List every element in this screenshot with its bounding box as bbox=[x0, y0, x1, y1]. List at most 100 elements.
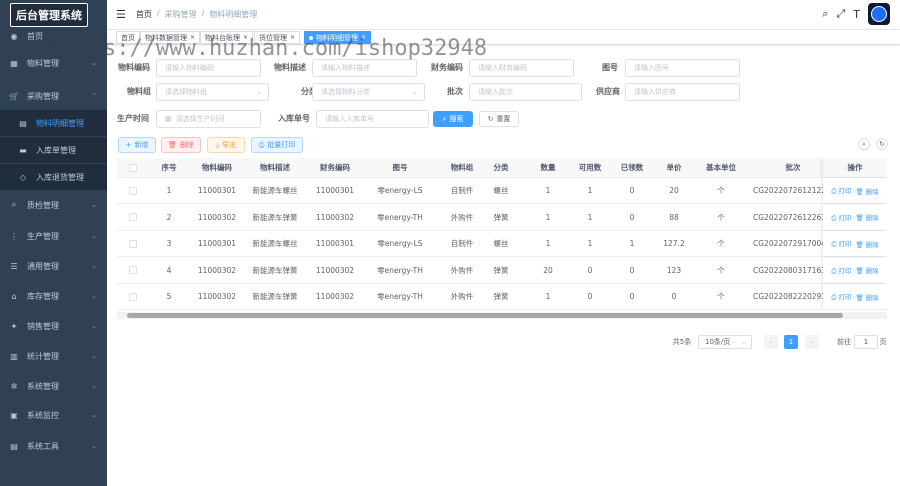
column-header: 物料组 bbox=[450, 163, 474, 172]
delete-button[interactable]: 🗑 删除 bbox=[161, 137, 201, 153]
row-checkbox[interactable] bbox=[129, 186, 137, 195]
column-header: 可用数 bbox=[578, 163, 602, 172]
table-row[interactable]: 2 11000302 新能源车弹簧 11000302 零energy-TH 外购件 弹簧 1 1… bbox=[117, 204, 887, 231]
tab-label: 物料明细管理 bbox=[316, 33, 358, 42]
refresh-icon[interactable]: ↻ bbox=[876, 138, 888, 150]
close-icon[interactable]: × bbox=[243, 34, 248, 41]
table-cell: 外购件 bbox=[450, 212, 474, 222]
table-cell: CG202208031716367 bbox=[753, 265, 833, 275]
filter-input-wlbm[interactable]: 请输入物料编码 bbox=[156, 59, 261, 77]
search-toggle-icon[interactable]: ⌕ bbox=[858, 138, 870, 150]
table-cell: 1 bbox=[166, 186, 172, 195]
row-checkbox[interactable] bbox=[129, 239, 137, 248]
sidebar-item-4[interactable]: ▬ 入库单管理 bbox=[0, 137, 107, 163]
sidebar-item-label: 销售管理 bbox=[27, 321, 59, 331]
goto-page-input[interactable]: 1 bbox=[854, 335, 878, 349]
sidebar-item-3[interactable]: ▤ 物料明细管理 bbox=[0, 110, 107, 136]
sidebar-item-6[interactable]: ⌕ 质检管理 ⌄ bbox=[0, 192, 107, 218]
table-cell: 0 bbox=[587, 265, 593, 275]
reset-button[interactable]: ↻ 重置 bbox=[479, 111, 519, 127]
table-cell: CG202207291700413 bbox=[753, 239, 833, 248]
table-row[interactable]: 3 11000301 新能源车螺丝 11000301 零energy-LS 自制件 螺丝 1 1… bbox=[117, 231, 887, 257]
batch-print-button[interactable]: ⎙ 批量打印 bbox=[251, 137, 303, 153]
filter-input-pc[interactable]: 请输入批次 bbox=[469, 83, 582, 101]
chevron-icon: ⌃ bbox=[91, 92, 97, 100]
column-header: 已领数 bbox=[620, 163, 644, 172]
font-size-icon[interactable]: T bbox=[853, 8, 860, 21]
close-icon[interactable]: × bbox=[190, 34, 195, 41]
sidebar-item-12[interactable]: ✲ 系统管理 ⌄ bbox=[0, 373, 107, 399]
trash-icon: 🗑 bbox=[168, 141, 177, 149]
column-header: 批次 bbox=[785, 163, 801, 172]
row-checkbox-cell bbox=[123, 258, 143, 283]
top-navbar: ☰ 首页 / 采购管理 / 物料明细管理 ⌕ ⤢ T bbox=[107, 0, 900, 30]
table-cell: 1 bbox=[545, 212, 551, 222]
page-number-active[interactable]: 1 bbox=[784, 335, 798, 349]
print-link[interactable]: ⎙ 打印 bbox=[831, 291, 851, 302]
sidebar-item-5[interactable]: ◇ 入库退货管理 bbox=[0, 164, 107, 190]
close-icon[interactable]: × bbox=[361, 34, 366, 41]
table-row[interactable]: 1 11000301 新能源车螺丝 11000301 零energy-LS 自制件 螺丝 1 1… bbox=[117, 178, 887, 204]
sidebar-item-7[interactable]: ⋮ 生产管理 ⌄ bbox=[0, 223, 107, 249]
table-row[interactable]: 4 11000302 新能源车弹簧 11000302 零energy-TH 外购件 弹簧 20… bbox=[117, 257, 887, 284]
print-link[interactable]: ⎙ 打印 bbox=[831, 265, 851, 276]
sidebar-item-label: 首页 bbox=[27, 31, 43, 41]
delete-link[interactable]: 🗑 删除 bbox=[855, 212, 878, 222]
filter-input-rkdh[interactable]: 请输入入库单号 bbox=[316, 110, 429, 128]
tab-0[interactable]: 首页 bbox=[116, 31, 140, 44]
table-row[interactable]: 5 11000302 新能源车弹簧 11000302 零energy-TH 外购件 弹簧 1 0… bbox=[117, 284, 887, 309]
tab-4[interactable]: 物料明细管理 × bbox=[304, 31, 372, 44]
filter-placeholder: 请输入物料编码 bbox=[165, 64, 214, 72]
filter-input-scsj[interactable]: ▦ 请选择生产时间 bbox=[156, 110, 261, 128]
prev-page-button[interactable]: ‹ bbox=[764, 335, 778, 349]
filter-input-th[interactable]: 请输入图号 bbox=[625, 59, 740, 77]
export-button[interactable]: ⤓ 导出 bbox=[207, 137, 245, 153]
row-checkbox[interactable] bbox=[129, 266, 137, 274]
tab-1[interactable]: 物料数据管理 × bbox=[140, 31, 201, 44]
filter-label-wlms: 物料描述 bbox=[274, 63, 306, 72]
filter-input-fl[interactable]: 请选择物料分类 ⌄ bbox=[312, 83, 425, 101]
breadcrumb-home[interactable]: 首页 bbox=[136, 9, 152, 20]
delete-link[interactable]: 🗑 删除 bbox=[855, 239, 878, 249]
search-button[interactable]: ⌕ 搜索 bbox=[433, 111, 473, 127]
row-checkbox[interactable] bbox=[129, 292, 137, 301]
row-actions: ⎙ 打印 🗑 删除 bbox=[823, 231, 887, 256]
search-icon[interactable]: ⌕ bbox=[822, 7, 828, 21]
filter-input-wlms[interactable]: 请输入物料描述 bbox=[312, 59, 417, 77]
delete-button-label: 删除 bbox=[179, 141, 194, 149]
table-cell: 3 bbox=[166, 239, 172, 248]
sidebar-item-13[interactable]: ▣ 系统监控 ⌄ bbox=[0, 402, 107, 428]
sidebar-item-14[interactable]: ▤ 系统工具 ⌄ bbox=[0, 433, 107, 459]
close-icon[interactable]: × bbox=[290, 34, 295, 41]
sidebar-item-1[interactable]: ▦ 物料管理 ⌄ bbox=[0, 50, 107, 76]
tab-3[interactable]: 货位管理 × bbox=[254, 31, 301, 44]
sidebar-item-0[interactable]: ◉ 首页 bbox=[0, 23, 107, 49]
sidebar-item-10[interactable]: ✦ 销售管理 ⌄ bbox=[0, 313, 107, 339]
sidebar-item-11[interactable]: ▥ 统计管理 ⌄ bbox=[0, 343, 107, 369]
delete-link[interactable]: 🗑 删除 bbox=[855, 265, 878, 275]
select-all-checkbox[interactable] bbox=[129, 163, 137, 172]
return-icon: ◇ bbox=[19, 172, 27, 182]
fullscreen-icon[interactable]: ⤢ bbox=[836, 7, 845, 21]
row-checkbox[interactable] bbox=[129, 213, 137, 221]
next-page-button[interactable]: › bbox=[805, 335, 819, 349]
sidebar-item-8[interactable]: ☰ 通用管理 ⌄ bbox=[0, 253, 107, 279]
print-link[interactable]: ⎙ 打印 bbox=[831, 212, 851, 223]
print-link[interactable]: ⎙ 打印 bbox=[831, 185, 851, 196]
filter-input-gys[interactable]: 请输入供应商 bbox=[625, 83, 740, 101]
page-suffix: 页 bbox=[879, 338, 887, 346]
sidebar-item-2[interactable]: 🛒 采购管理 ⌃ bbox=[0, 83, 107, 109]
delete-link[interactable]: 🗑 删除 bbox=[855, 186, 878, 196]
add-button[interactable]: + 新增 bbox=[118, 137, 156, 153]
tab-2[interactable]: 物料台账理 × bbox=[200, 31, 254, 44]
filter-input-wlz[interactable]: 请选择物料组 ⌄ bbox=[156, 83, 269, 101]
print-link[interactable]: ⎙ 打印 bbox=[831, 238, 851, 249]
scrollbar-thumb[interactable] bbox=[127, 313, 843, 318]
hamburger-icon[interactable]: ☰ bbox=[116, 8, 126, 21]
page-size-select[interactable]: 10条/页 ⌄ bbox=[698, 335, 752, 349]
avatar[interactable] bbox=[868, 3, 890, 25]
delete-link[interactable]: 🗑 删除 bbox=[855, 292, 878, 302]
horizontal-scrollbar[interactable] bbox=[117, 312, 887, 319]
filter-input-cwbm[interactable]: 请输入财务编码 bbox=[469, 59, 574, 77]
sidebar-item-9[interactable]: ⌂ 库存管理 ⌄ bbox=[0, 283, 107, 309]
